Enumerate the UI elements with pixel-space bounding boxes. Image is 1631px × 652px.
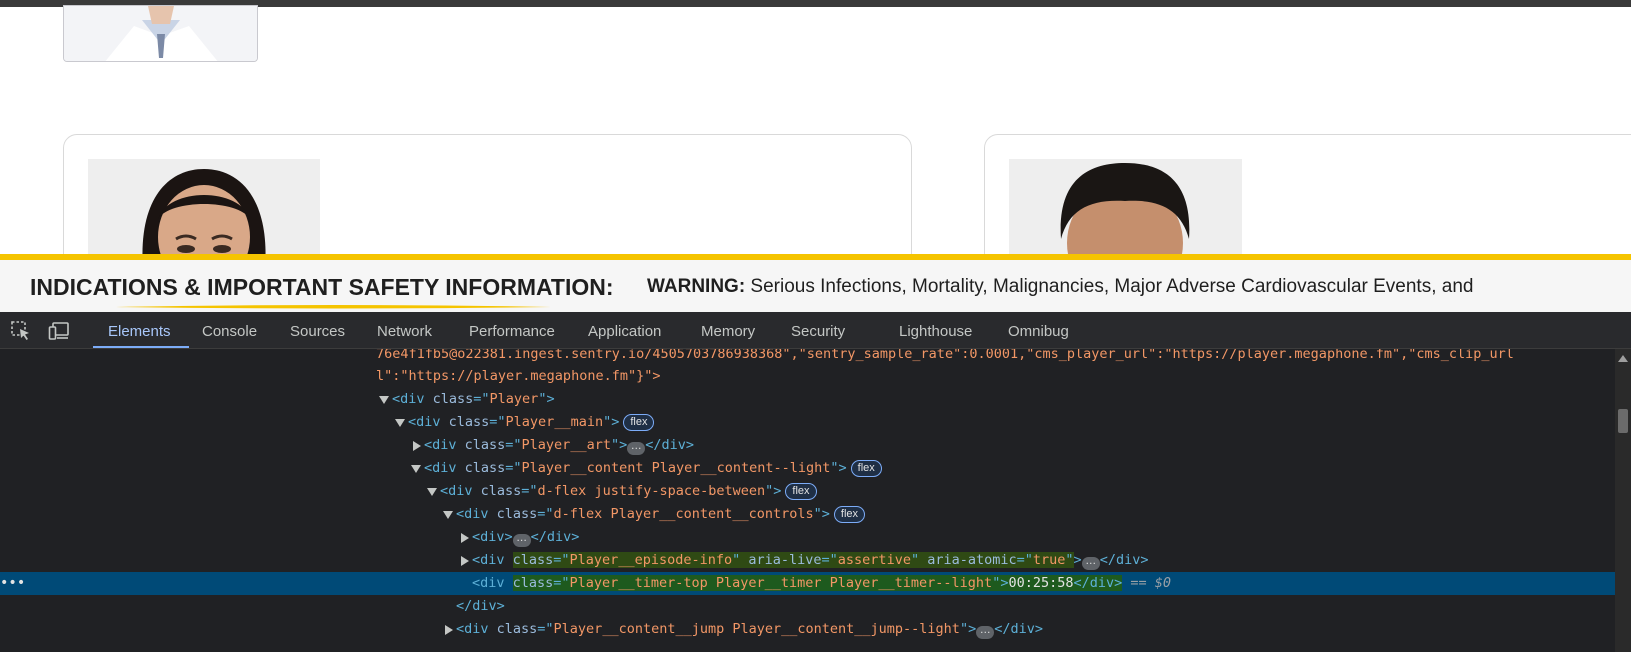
devtools-toolbar: Elements Console Sources Network Perform… <box>0 312 1631 349</box>
expand-arrow-icon[interactable] <box>461 556 469 566</box>
expand-arrow-icon[interactable] <box>413 441 421 451</box>
staff-photo-man <box>1009 159 1242 269</box>
tab-console[interactable]: Console <box>202 323 257 340</box>
doctor-photo-card <box>63 5 258 62</box>
collapsed-children-ellipsis[interactable]: … <box>1081 556 1100 570</box>
tab-performance[interactable]: Performance <box>469 323 555 340</box>
collapsed-children-ellipsis[interactable]: … <box>512 533 531 547</box>
tab-lighthouse[interactable]: Lighthouse <box>899 323 972 340</box>
staff-photo-woman <box>88 159 320 269</box>
dom-node-dflex[interactable]: <div class="d-flex justify-space-between… <box>0 480 1615 503</box>
dom-node-timer-selected[interactable]: ••• <div class="Player__timer-top Player… <box>0 572 1615 595</box>
isi-title-underline <box>116 305 551 309</box>
scroll-up-arrow-icon[interactable] <box>1618 355 1628 362</box>
dom-node-controls[interactable]: <div class="d-flex Player__content__cont… <box>0 503 1615 526</box>
collapsed-children-ellipsis[interactable]: … <box>976 625 995 639</box>
inspect-element-icon[interactable] <box>10 320 32 342</box>
scrollbar-thumb[interactable] <box>1618 409 1628 433</box>
collapse-arrow-icon[interactable] <box>427 488 437 496</box>
dom-node-episode-info[interactable]: <div class="Player__episode-info" aria-l… <box>0 549 1615 572</box>
collapse-arrow-icon[interactable] <box>411 465 421 473</box>
staff-card-left <box>63 134 912 274</box>
collapse-arrow-icon[interactable] <box>379 396 389 404</box>
isi-warning-text: Serious Infections, Mortality, Malignanc… <box>745 276 1474 297</box>
isi-warning: WARNING: Serious Infections, Mortality, … <box>647 276 1473 298</box>
timer-value: 00:25:58 <box>1008 575 1074 591</box>
tab-application[interactable]: Application <box>588 323 661 340</box>
tab-sources[interactable]: Sources <box>290 323 345 340</box>
row-actions-icon[interactable]: ••• <box>0 572 25 595</box>
dom-tree[interactable]: 76e4f1fb5@o22381.ingest.sentry.io/450570… <box>0 349 1615 652</box>
flex-badge[interactable]: flex <box>623 414 655 431</box>
flex-badge[interactable]: flex <box>833 506 866 523</box>
device-toolbar-icon[interactable] <box>48 320 70 342</box>
dom-node-content-jump[interactable]: <div class="Player__content__jump Player… <box>0 618 1615 641</box>
tab-memory[interactable]: Memory <box>701 323 755 340</box>
expand-arrow-icon[interactable] <box>461 533 469 543</box>
expand-arrow-icon[interactable] <box>445 625 453 635</box>
selected-node-ref: == $0 <box>1130 575 1172 591</box>
tab-security[interactable]: Security <box>791 323 845 340</box>
staff-card-right <box>984 134 1631 274</box>
dom-line-attr-end[interactable]: l":"https://player.megaphone.fm"}"> <box>0 365 1615 388</box>
isi-title: INDICATIONS & IMPORTANT SAFETY INFORMATI… <box>30 274 614 300</box>
dom-node-player-main[interactable]: <div class="Player__main"> flex <box>0 411 1615 434</box>
collapse-arrow-icon[interactable] <box>443 511 453 519</box>
active-tab-indicator <box>93 346 189 348</box>
tab-omnibug[interactable]: Omnibug <box>1008 323 1069 340</box>
dom-node-player-art[interactable]: <div class="Player__art">… </div> <box>0 434 1615 457</box>
flex-badge[interactable]: flex <box>785 483 817 500</box>
tab-elements[interactable]: Elements <box>108 323 171 340</box>
tab-network[interactable]: Network <box>377 323 432 340</box>
isi-warning-label: WARNING: <box>647 276 746 297</box>
dom-node-player[interactable]: <div class="Player"> <box>0 388 1615 411</box>
flex-badge[interactable]: flex <box>850 460 882 477</box>
dom-tree-scrollbar[interactable] <box>1615 349 1631 652</box>
devtools-panel: Elements Console Sources Network Perform… <box>0 312 1631 652</box>
dom-node-player-content[interactable]: <div class="Player__content Player__cont… <box>0 457 1615 480</box>
collapsed-children-ellipsis[interactable]: … <box>627 441 646 455</box>
dom-node-div-collapsed[interactable]: <div>… </div> <box>0 526 1615 549</box>
collapse-arrow-icon[interactable] <box>395 419 405 427</box>
isi-banner[interactable]: INDICATIONS & IMPORTANT SAFETY INFORMATI… <box>0 260 1631 312</box>
dom-node-close[interactable]: </div> <box>0 595 1615 618</box>
attr-value-end: l":"https://player.megaphone.fm"}"> <box>376 368 661 384</box>
doctor-photo <box>64 6 257 61</box>
dom-line-attr-continuation[interactable]: 76e4f1fb5@o22381.ingest.sentry.io/450570… <box>0 349 1615 366</box>
attr-value-text: 76e4f1fb5@o22381.ingest.sentry.io/450570… <box>376 349 1514 362</box>
web-page: INDICATIONS & IMPORTANT SAFETY INFORMATI… <box>0 0 1631 312</box>
